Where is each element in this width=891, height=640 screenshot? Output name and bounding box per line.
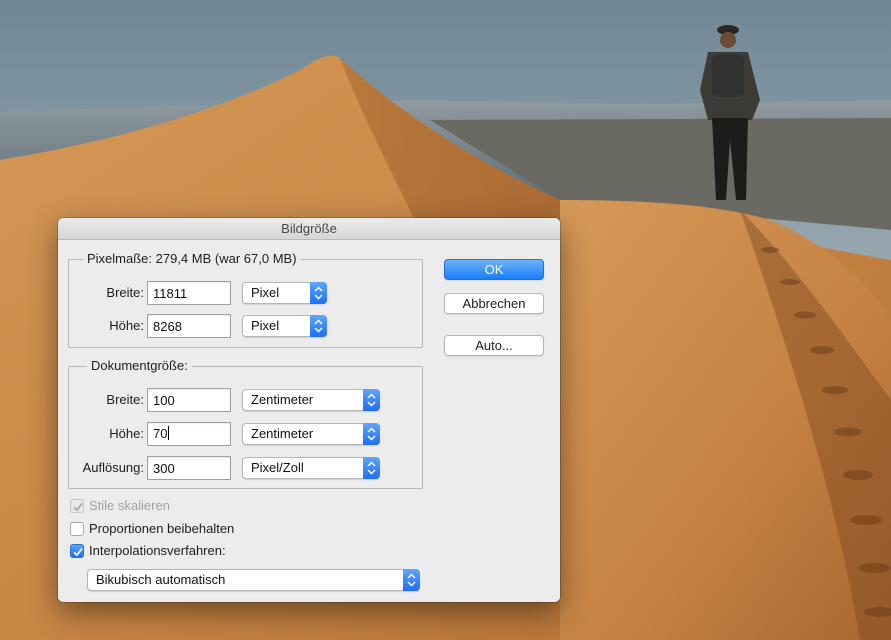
updown-arrows-icon bbox=[363, 457, 380, 479]
resolution-input[interactable] bbox=[147, 456, 231, 480]
checkmark-icon bbox=[73, 502, 83, 512]
pixel-height-unit-select[interactable]: Pixel bbox=[242, 315, 327, 337]
constrain-proportions-checkbox[interactable] bbox=[70, 522, 84, 536]
auto-button[interactable]: Auto... bbox=[444, 335, 544, 356]
scale-styles-option: Stile skalieren bbox=[70, 497, 270, 515]
doc-width-unit-value: Zentimeter bbox=[251, 392, 314, 407]
scale-styles-checkbox bbox=[70, 499, 84, 513]
updown-arrows-icon bbox=[403, 569, 420, 591]
image-size-dialog: Bildgröße Pixelmaße: 279,4 MB (war 67,0 … bbox=[58, 218, 560, 602]
updown-arrows-icon bbox=[363, 389, 380, 411]
pixel-height-label: Höhe: bbox=[109, 318, 144, 333]
doc-width-unit-select[interactable]: Zentimeter bbox=[242, 389, 380, 411]
ok-button[interactable]: OK bbox=[444, 259, 544, 280]
checkmark-icon bbox=[73, 547, 83, 557]
pixel-height-unit-value: Pixel bbox=[251, 318, 280, 333]
pixel-width-input[interactable] bbox=[147, 281, 231, 305]
resolution-unit-value: Pixel/Zoll bbox=[251, 460, 304, 475]
resample-option[interactable]: Interpolationsverfahren: bbox=[70, 542, 290, 560]
resample-label[interactable]: Interpolationsverfahren: bbox=[89, 542, 226, 560]
resolution-unit-select[interactable]: Pixel/Zoll bbox=[242, 457, 380, 479]
text-caret bbox=[168, 426, 170, 440]
document-size-legend: Dokumentgröße: bbox=[87, 358, 192, 374]
constrain-proportions-option[interactable]: Proportionen beibehalten bbox=[70, 520, 290, 538]
dialog-title: Bildgröße bbox=[58, 218, 560, 240]
pixel-height-input[interactable] bbox=[147, 314, 231, 338]
doc-height-label: Höhe: bbox=[109, 426, 144, 441]
pixel-width-label: Breite: bbox=[106, 285, 144, 300]
resample-method-select[interactable]: Bikubisch automatisch bbox=[87, 569, 420, 591]
constrain-proportions-label[interactable]: Proportionen beibehalten bbox=[89, 520, 234, 538]
resample-method-value: Bikubisch automatisch bbox=[96, 572, 226, 587]
doc-width-label: Breite: bbox=[106, 392, 144, 407]
doc-height-input[interactable]: 70 bbox=[147, 422, 231, 446]
updown-arrows-icon bbox=[310, 282, 327, 304]
updown-arrows-icon bbox=[363, 423, 380, 445]
doc-height-unit-value: Zentimeter bbox=[251, 426, 314, 441]
resample-checkbox[interactable] bbox=[70, 544, 84, 558]
cancel-button[interactable]: Abbrechen bbox=[444, 293, 544, 314]
updown-arrows-icon bbox=[310, 315, 327, 337]
scale-styles-label: Stile skalieren bbox=[89, 498, 170, 513]
resolution-label: Auflösung: bbox=[82, 460, 144, 475]
pixel-width-unit-value: Pixel bbox=[251, 285, 280, 300]
doc-height-unit-select[interactable]: Zentimeter bbox=[242, 423, 380, 445]
pixel-dimensions-legend: Pixelmaße: 279,4 MB (war 67,0 MB) bbox=[83, 251, 301, 267]
doc-height-value: 70 bbox=[153, 426, 168, 441]
doc-width-input[interactable] bbox=[147, 388, 231, 412]
pixel-width-unit-select[interactable]: Pixel bbox=[242, 282, 327, 304]
